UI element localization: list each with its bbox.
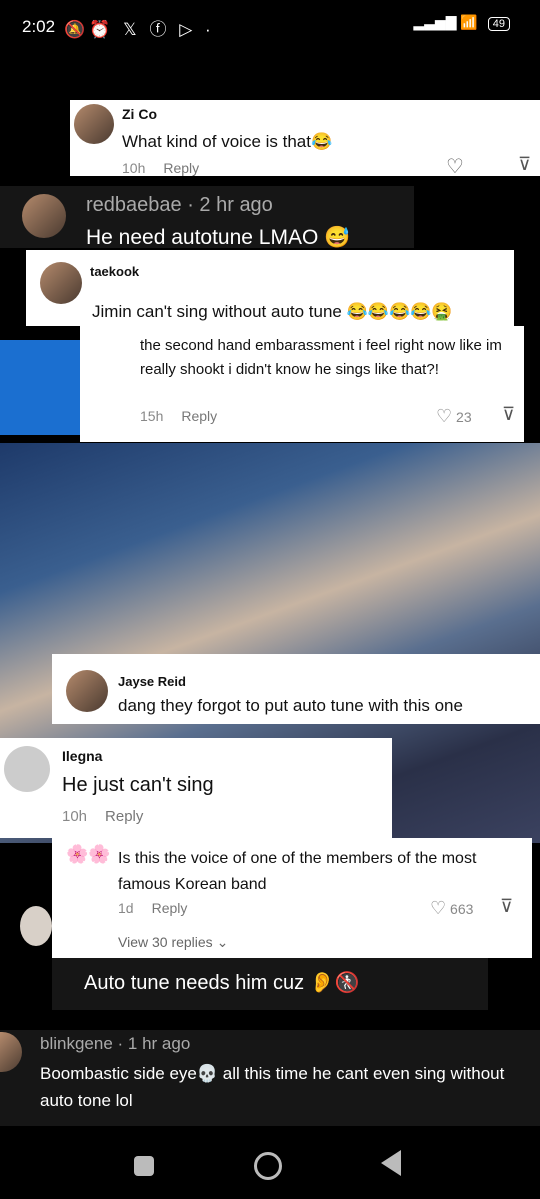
battery-icon: 49: [487, 17, 510, 31]
comment-username[interactable]: redbaebae · 2 hr ago: [86, 194, 273, 217]
chevron-down-icon: ⌄: [216, 934, 229, 950]
comment-meta: 1d Reply: [118, 900, 187, 916]
heart-icon: ♡: [436, 406, 453, 426]
comment-text: Jimin can't sing without auto tune 😂😂😂😂🤮: [92, 302, 453, 321]
reply-button[interactable]: Reply: [152, 900, 188, 916]
comment-text: the second hand embarassment i feel righ…: [140, 337, 502, 378]
avatar[interactable]: [40, 262, 82, 304]
comment-card: redbaebae · 2 hr ago He need autotune LM…: [0, 186, 414, 249]
status-time: 2:02: [22, 17, 56, 36]
comment-card: taekook Jimin can't sing without auto tu…: [26, 250, 514, 326]
status-bar: 2:02 🔕⏰ 𝕏 ⓕ ▷ · ▂▃▅▇ 📶 49: [0, 0, 540, 54]
comment-time: 10h: [122, 160, 146, 176]
signal-icon: ▂▃▅▇: [413, 14, 457, 30]
back-button[interactable]: [381, 1150, 401, 1176]
home-button[interactable]: [254, 1152, 282, 1180]
wifi-icon: 📶: [460, 14, 478, 30]
like-count[interactable]: ♡ 663: [430, 898, 473, 919]
notification-icons: 🔕⏰ 𝕏 ⓕ ▷ ·: [64, 20, 215, 39]
comment-card: Zi Co What kind of voice is that😂 10h Rep…: [70, 100, 540, 179]
reply-button[interactable]: Reply: [181, 408, 217, 424]
comment-text: He need autotune LMAO 😅: [86, 226, 351, 249]
comment-username[interactable]: Ilegna: [62, 748, 102, 764]
comment-meta: 10h Reply: [62, 808, 143, 825]
heart-icon[interactable]: ♡: [446, 154, 464, 179]
comment-card: Ilegna He just can't sing 10h Reply: [0, 738, 392, 838]
navigation-bar: [0, 1128, 540, 1199]
comment-card: blinkgene · 1 hr ago Boombastic side eye…: [0, 1030, 540, 1126]
comment-time: 10h: [62, 808, 88, 825]
avatar[interactable]: [4, 746, 50, 792]
comment-username[interactable]: Zi Co: [122, 106, 157, 122]
avatar[interactable]: [20, 906, 52, 946]
comment-time: 15h: [140, 408, 164, 424]
comment-username[interactable]: blinkgene · 1 hr ago: [40, 1034, 190, 1054]
avatar[interactable]: [74, 104, 114, 144]
comment-card: the second hand embarassment i feel righ…: [80, 326, 524, 442]
status-right: ▂▃▅▇ 📶 49: [413, 14, 510, 31]
reply-button[interactable]: Reply: [105, 808, 143, 825]
view-replies-button[interactable]: View 30 replies ⌄: [118, 934, 228, 951]
comment-text: Auto tune needs him cuz 👂🚷: [84, 972, 360, 994]
comment-text: What kind of voice is that😂: [122, 132, 333, 151]
avatar[interactable]: [0, 1032, 22, 1072]
reply-button[interactable]: Reply: [163, 160, 199, 176]
comment-text: Boombastic side eye💀 all this time he ca…: [40, 1064, 505, 1110]
comment-text: He just can't sing: [62, 774, 214, 796]
avatar[interactable]: [66, 670, 108, 712]
avatar[interactable]: 🌸🌸: [66, 844, 111, 865]
dislike-icon[interactable]: ⊽: [518, 154, 531, 175]
comment-username[interactable]: taekook: [90, 264, 139, 279]
comment-text: Is this the voice of one of the members …: [118, 850, 477, 893]
comment-card: Auto tune needs him cuz 👂🚷: [52, 958, 488, 1010]
dislike-icon[interactable]: ⊽: [502, 404, 515, 425]
comment-text: dang they forgot to put auto tune with t…: [118, 696, 463, 715]
comment-card: 🌸🌸 Is this the voice of one of the membe…: [52, 838, 532, 958]
avatar[interactable]: [22, 194, 66, 238]
recent-apps-button[interactable]: [134, 1156, 154, 1176]
comment-username[interactable]: Jayse Reid: [118, 674, 186, 689]
heart-icon: ♡: [430, 898, 447, 918]
comment-meta: 10h Reply: [122, 160, 199, 176]
dislike-icon[interactable]: ⊽: [500, 896, 513, 917]
like-count[interactable]: ♡ 23: [436, 406, 472, 427]
comment-card: Jayse Reid dang they forgot to put auto …: [52, 654, 540, 724]
comment-time: 1d: [118, 900, 134, 916]
comment-meta: 15h Reply: [140, 408, 217, 424]
